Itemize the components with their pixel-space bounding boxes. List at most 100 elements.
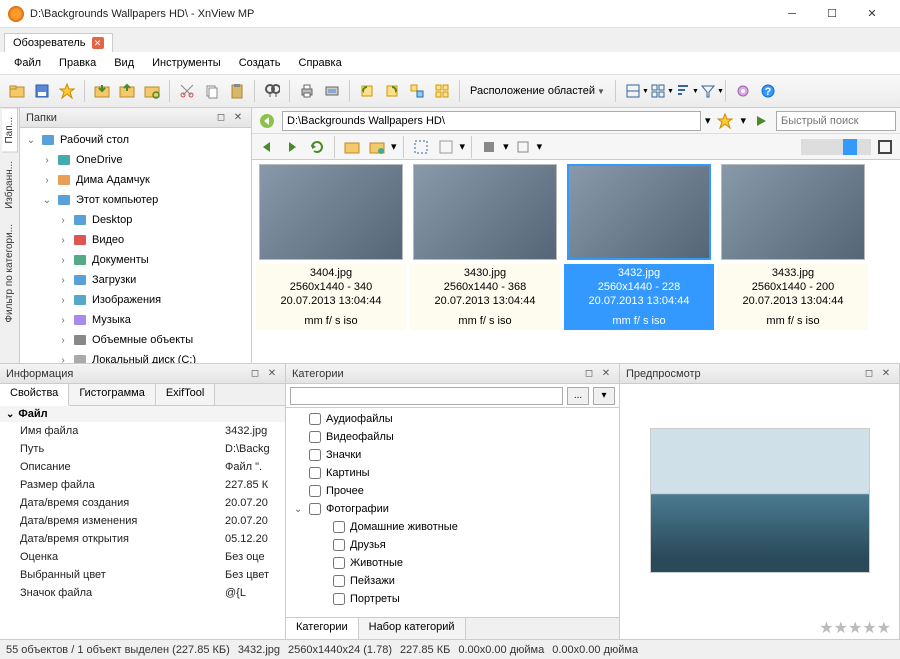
prev-undock-icon[interactable]: ◻: [862, 367, 876, 381]
tree-item[interactable]: ⌄ Рабочий стол: [20, 130, 251, 150]
menu-file[interactable]: Файл: [6, 55, 49, 71]
help-icon[interactable]: ?: [757, 80, 779, 102]
tree-item[interactable]: › OneDrive: [20, 150, 251, 170]
layout-dropdown[interactable]: Расположение областей ▼: [466, 85, 609, 97]
color-tag-icon[interactable]: [478, 136, 500, 158]
scan-icon[interactable]: [321, 80, 343, 102]
tree-twisty-icon[interactable]: ›: [58, 335, 68, 346]
info-undock-icon[interactable]: ◻: [248, 367, 262, 381]
thumbnail-card[interactable]: 3430.jpg 2560x1440 - 368 20.07.2013 13:0…: [410, 164, 560, 359]
category-item[interactable]: Видеофайлы: [288, 428, 617, 446]
category-item[interactable]: Картины: [288, 464, 617, 482]
sidetab-folders[interactable]: Пап...: [2, 108, 18, 153]
select-none-icon[interactable]: [435, 136, 457, 158]
tree-item[interactable]: › Desktop: [20, 210, 251, 230]
tree-item[interactable]: › Загрузки: [20, 270, 251, 290]
category-checkbox[interactable]: [333, 521, 345, 533]
cat-menu-button[interactable]: ▾: [593, 387, 615, 405]
category-checkbox[interactable]: [309, 431, 321, 443]
panel-undock-icon[interactable]: ◻: [214, 111, 228, 125]
sidetab-filter[interactable]: Фильтр по категори...: [2, 216, 17, 331]
search-icon[interactable]: [261, 80, 283, 102]
favorite-icon[interactable]: [56, 80, 78, 102]
tab-properties[interactable]: Свойства: [0, 384, 69, 406]
maximize-button[interactable]: ☐: [812, 2, 852, 26]
tree-twisty-icon[interactable]: ›: [58, 215, 68, 226]
category-item[interactable]: ⌄ Фотографии: [288, 500, 617, 518]
tree-twisty-icon[interactable]: ›: [58, 235, 68, 246]
star-icon[interactable]: [714, 110, 736, 132]
settings-icon[interactable]: [732, 80, 754, 102]
address-input[interactable]: [282, 111, 701, 131]
view-mode1-icon[interactable]: ▼: [622, 80, 644, 102]
tree-item[interactable]: › Документы: [20, 250, 251, 270]
import-icon[interactable]: [91, 80, 113, 102]
tree-twisty-icon[interactable]: ›: [58, 295, 68, 306]
tree-twisty-icon[interactable]: ›: [58, 255, 68, 266]
panel-close-icon[interactable]: ✕: [231, 111, 245, 125]
menu-view[interactable]: Вид: [106, 55, 142, 71]
category-item[interactable]: Животные: [288, 554, 617, 572]
rotate-right-icon[interactable]: [381, 80, 403, 102]
category-item[interactable]: Пейзажи: [288, 572, 617, 590]
tab-categories[interactable]: Категории: [286, 618, 359, 640]
save-icon[interactable]: [31, 80, 53, 102]
rotate-left-icon[interactable]: [356, 80, 378, 102]
color-dd-icon[interactable]: ▾: [503, 140, 509, 153]
category-checkbox[interactable]: [333, 539, 345, 551]
tree-item[interactable]: › Музыка: [20, 310, 251, 330]
prev-close-icon[interactable]: ✕: [879, 367, 893, 381]
rating-icon[interactable]: [512, 136, 534, 158]
category-checkbox[interactable]: [309, 413, 321, 425]
category-checkbox[interactable]: [309, 503, 321, 515]
menu-edit[interactable]: Правка: [51, 55, 104, 71]
star-dropdown-icon[interactable]: ▾: [740, 114, 746, 127]
view-mode2-icon[interactable]: ▼: [647, 80, 669, 102]
cat-undock-icon[interactable]: ◻: [582, 367, 596, 381]
cut-icon[interactable]: [176, 80, 198, 102]
select-all-icon[interactable]: [410, 136, 432, 158]
thumbnail-area[interactable]: 3404.jpg 2560x1440 - 340 20.07.2013 13:0…: [252, 160, 900, 363]
tree-twisty-icon[interactable]: ⌄: [42, 195, 52, 206]
category-checkbox[interactable]: [309, 467, 321, 479]
nav-back-icon[interactable]: [256, 110, 278, 132]
category-checkbox[interactable]: [333, 593, 345, 605]
category-search-input[interactable]: [290, 387, 563, 405]
select-dd-icon[interactable]: ▾: [460, 140, 466, 153]
folder-refresh-icon[interactable]: [141, 80, 163, 102]
folder-tree[interactable]: ⌄ Рабочий стол› OneDrive› Дима Адамчук⌄ …: [20, 128, 251, 363]
tab-close-icon[interactable]: ✕: [92, 37, 104, 49]
tab-histogram[interactable]: Гистограмма: [69, 384, 156, 405]
minimize-button[interactable]: ─: [772, 2, 812, 26]
tree-twisty-icon[interactable]: ›: [58, 355, 68, 364]
rating-stars[interactable]: ★★★★★: [620, 617, 899, 639]
export-icon[interactable]: [116, 80, 138, 102]
category-checkbox[interactable]: [333, 557, 345, 569]
category-item[interactable]: Друзья: [288, 536, 617, 554]
info-section[interactable]: ⌄Файл: [0, 406, 285, 422]
nav-prev-icon[interactable]: [256, 136, 278, 158]
address-dropdown-icon[interactable]: ▾: [705, 114, 711, 127]
info-list[interactable]: ⌄ФайлИмя файла3432.jpgПутьD:\BackgОписан…: [0, 406, 285, 639]
tree-twisty-icon[interactable]: ⌄: [26, 135, 36, 146]
tree-twisty-icon[interactable]: ›: [42, 175, 52, 186]
print-icon[interactable]: [296, 80, 318, 102]
paste-icon[interactable]: [226, 80, 248, 102]
browser-tab[interactable]: Обозреватель ✕: [4, 33, 113, 52]
menu-tools[interactable]: Инструменты: [144, 55, 229, 71]
tree-item[interactable]: › Локальный диск (C:): [20, 350, 251, 363]
category-item[interactable]: Домашние животные: [288, 518, 617, 536]
tree-twisty-icon[interactable]: ›: [58, 315, 68, 326]
categories-list[interactable]: Аудиофайлы Видеофайлы Значки Картины Про…: [286, 408, 619, 617]
copy-icon[interactable]: [201, 80, 223, 102]
filter-icon[interactable]: ▼: [697, 80, 719, 102]
cat-twisty-icon[interactable]: ⌄: [294, 504, 304, 515]
tab-exiftool[interactable]: ExifTool: [156, 384, 216, 405]
rating-dd-icon[interactable]: ▾: [537, 140, 543, 153]
category-item[interactable]: Портреты: [288, 590, 617, 608]
category-item[interactable]: Прочее: [288, 482, 617, 500]
nav-next-icon[interactable]: [281, 136, 303, 158]
category-item[interactable]: Значки: [288, 446, 617, 464]
open-icon[interactable]: [6, 80, 28, 102]
sidetab-favorites[interactable]: Избранн...: [2, 153, 17, 217]
